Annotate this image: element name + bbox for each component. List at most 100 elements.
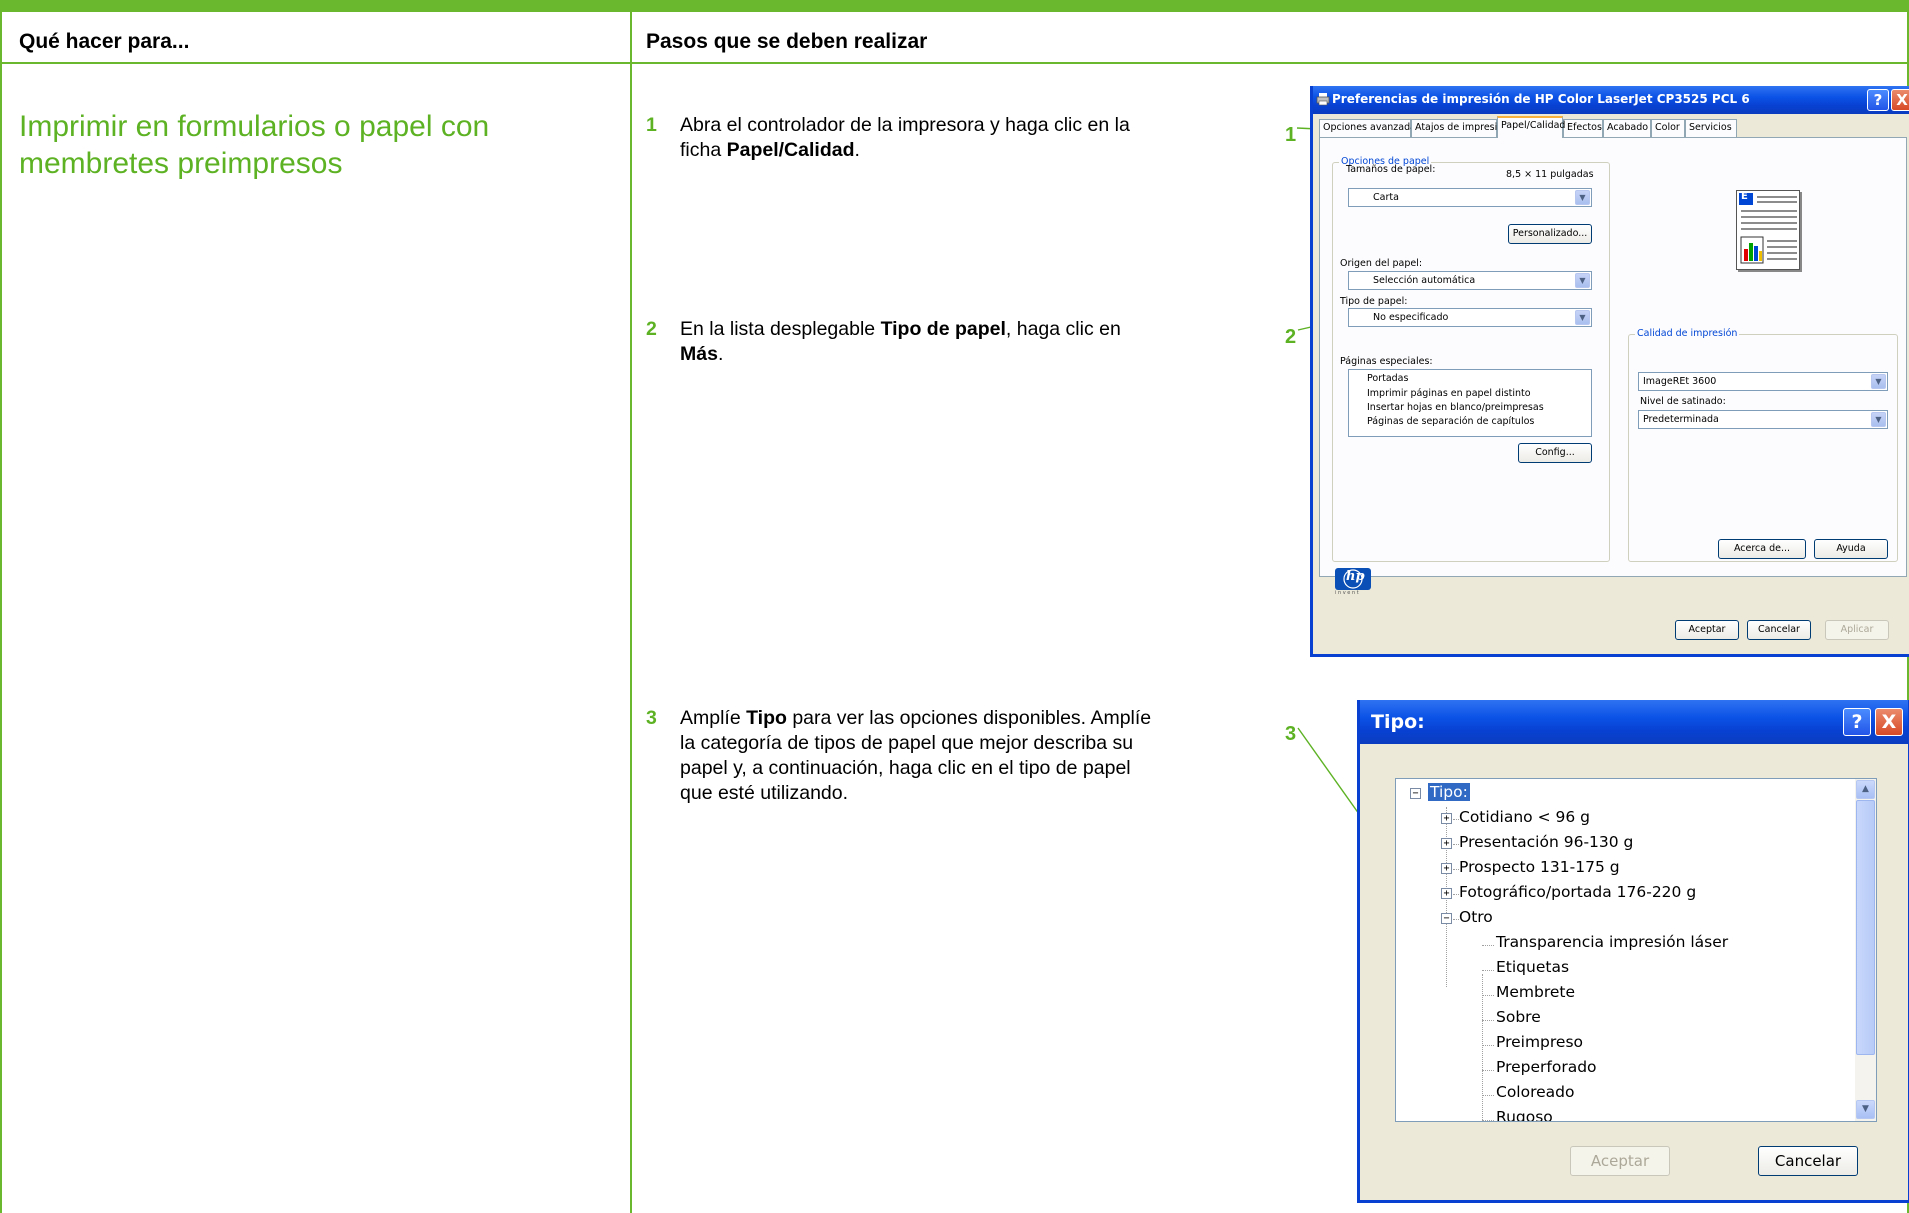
tab-servicios[interactable]: Servicios bbox=[1685, 119, 1737, 137]
expand-icon[interactable]: + bbox=[1441, 838, 1452, 849]
list-item[interactable]: Portadas bbox=[1367, 373, 1408, 384]
tree-node-root[interactable]: Tipo: bbox=[1428, 783, 1470, 801]
special-pages-list[interactable]: Portadas Imprimir páginas en papel disti… bbox=[1348, 369, 1592, 437]
tab-acabado[interactable]: Acabado bbox=[1603, 119, 1651, 137]
paper-source-select[interactable]: Selección automática ▼ bbox=[1348, 271, 1592, 290]
help-icon[interactable]: ? bbox=[1867, 89, 1889, 111]
dialog-titlebar: Tipo: ? X bbox=[1360, 700, 1908, 744]
step-2: 2 En la lista desplegable Tipo de papel,… bbox=[646, 317, 1236, 369]
tab-papel-calidad[interactable]: Papel/Calidad bbox=[1497, 116, 1565, 138]
saturation-label: Nivel de satinado: bbox=[1640, 396, 1726, 407]
scroll-up-icon[interactable]: ▲ bbox=[1856, 780, 1875, 799]
about-button[interactable]: Acerca de... bbox=[1718, 539, 1806, 559]
saturation-select[interactable]: Predeterminada ▼ bbox=[1638, 410, 1888, 429]
config-button[interactable]: Config... bbox=[1518, 443, 1592, 463]
collapse-icon[interactable]: − bbox=[1410, 788, 1421, 799]
help-icon[interactable]: ? bbox=[1843, 708, 1871, 736]
paper-type-select[interactable]: No especificado ▼ bbox=[1348, 308, 1592, 327]
tree-node-leaf[interactable]: Preimpreso bbox=[1496, 1033, 1583, 1051]
step-number: 3 bbox=[646, 707, 657, 729]
task-title: Imprimir en formularios o papel con memb… bbox=[19, 108, 579, 182]
step-line: que esté utilizando. bbox=[680, 782, 849, 804]
column-divider bbox=[630, 12, 632, 1213]
header-divider bbox=[0, 62, 1909, 64]
ok-button[interactable]: Aceptar bbox=[1570, 1146, 1670, 1176]
list-item[interactable]: Insertar hojas en blanco/preimpresas bbox=[1367, 402, 1544, 413]
tree-node-leaf[interactable]: Coloreado bbox=[1496, 1083, 1574, 1101]
tree-node-leaf[interactable]: Transparencia impresión láser bbox=[1496, 933, 1728, 951]
tree-node-category[interactable]: Cotidiano < 96 g bbox=[1459, 808, 1590, 826]
list-item[interactable]: Imprimir páginas en papel distinto bbox=[1367, 388, 1531, 399]
expand-icon[interactable]: + bbox=[1441, 813, 1452, 824]
tree-node-category-otro[interactable]: Otro bbox=[1459, 908, 1493, 926]
step-number: 1 bbox=[646, 114, 657, 136]
tree-node-leaf[interactable]: Sobre bbox=[1496, 1008, 1541, 1026]
tree-connector bbox=[1482, 970, 1494, 971]
tree-connector bbox=[1482, 1070, 1494, 1071]
vertical-scrollbar[interactable]: ▲ ▼ bbox=[1855, 779, 1876, 1121]
select-value: Carta bbox=[1373, 192, 1399, 203]
tree-node-leaf[interactable]: Rugoso bbox=[1496, 1108, 1553, 1121]
expand-icon[interactable]: + bbox=[1441, 888, 1452, 899]
tree-connector bbox=[1482, 1095, 1494, 1096]
paper-sizes-label: Tamaños de papel: bbox=[1346, 164, 1436, 175]
paper-preview-icon: E bbox=[1736, 190, 1800, 270]
step-text: En la lista desplegable Tipo de papel, h… bbox=[680, 317, 1240, 367]
callout-1: 1 bbox=[1285, 124, 1297, 146]
cancel-button[interactable]: Cancelar bbox=[1758, 1146, 1858, 1176]
step-text-part: Amplíe bbox=[680, 707, 747, 729]
step-3: 3 Amplíe Tipo para ver las opciones disp… bbox=[646, 706, 1236, 810]
step-emphasis: Más bbox=[680, 343, 718, 365]
tree-node-leaf[interactable]: Preperforado bbox=[1496, 1058, 1597, 1076]
task-title-line1: Imprimir en formularios o papel con bbox=[19, 110, 490, 143]
tree-node-leaf[interactable]: Etiquetas bbox=[1496, 958, 1569, 976]
dialog-title: Tipo: bbox=[1371, 711, 1425, 733]
tree-connector bbox=[1482, 945, 1494, 946]
tree-connector bbox=[1482, 995, 1494, 996]
tree-node-category[interactable]: Fotográfico/portada 176-220 g bbox=[1459, 883, 1696, 901]
print-quality-group: Calidad de impresión bbox=[1628, 328, 1898, 562]
step-number: 2 bbox=[646, 318, 657, 340]
tree-connector bbox=[1482, 1020, 1494, 1021]
scrollbar-thumb[interactable] bbox=[1856, 800, 1875, 1055]
column-header-steps: Pasos que se deben realizar bbox=[646, 30, 928, 53]
tab-opciones-avanzadas[interactable]: Opciones avanzadas bbox=[1319, 119, 1421, 137]
custom-button[interactable]: Personalizado... bbox=[1508, 224, 1592, 244]
close-icon[interactable]: X bbox=[1891, 89, 1909, 111]
printer-preferences-dialog: Preferencias de impresión de HP Color La… bbox=[1310, 86, 1909, 657]
step-text-part: ficha bbox=[680, 139, 727, 161]
tab-color[interactable]: Color bbox=[1651, 119, 1685, 137]
expand-icon[interactable]: + bbox=[1441, 863, 1452, 874]
hp-logo-tagline: i n v e n t bbox=[1335, 590, 1359, 596]
step-line: En la lista desplegable Tipo de papel, h… bbox=[680, 317, 1240, 342]
step-emphasis: Tipo de papel bbox=[880, 318, 1006, 340]
scroll-down-icon[interactable]: ▼ bbox=[1856, 1100, 1875, 1119]
help-button[interactable]: Ayuda bbox=[1814, 539, 1888, 559]
step-emphasis: Papel/Calidad bbox=[726, 139, 855, 161]
collapse-icon[interactable]: − bbox=[1441, 913, 1452, 924]
tab-panel-papel-calidad: Opciones de papel Tamaños de papel: 8,5 … bbox=[1319, 137, 1907, 577]
close-icon[interactable]: X bbox=[1875, 708, 1903, 736]
chevron-down-icon: ▼ bbox=[1575, 310, 1590, 325]
tree-node-leaf[interactable]: Membrete bbox=[1496, 983, 1575, 1001]
printer-icon bbox=[1316, 93, 1330, 106]
ok-button[interactable]: Aceptar bbox=[1675, 620, 1739, 640]
tree-node-category[interactable]: Presentación 96-130 g bbox=[1459, 833, 1633, 851]
step-text-part: . bbox=[854, 139, 860, 161]
step-line: Amplíe Tipo para ver las opciones dispon… bbox=[680, 706, 1240, 731]
paper-size-select[interactable]: Carta ▼ bbox=[1348, 188, 1592, 207]
tree-node-category[interactable]: Prospecto 131-175 g bbox=[1459, 858, 1620, 876]
step-text: Abra el controlador de la impresora y ha… bbox=[680, 113, 1240, 163]
paper-type-tree[interactable]: − Tipo: + Cotidiano < 96 g + Presentació… bbox=[1395, 778, 1877, 1122]
tab-efectos[interactable]: Efectos bbox=[1563, 119, 1603, 137]
print-quality-select[interactable]: ImageREt 3600 ▼ bbox=[1638, 372, 1888, 391]
hp-logo-text: hp bbox=[1346, 569, 1365, 584]
tab-atajos-de-impresion[interactable]: Atajos de impresión bbox=[1411, 119, 1509, 137]
list-item[interactable]: Páginas de separación de capítulos bbox=[1367, 416, 1534, 427]
chevron-down-icon: ▼ bbox=[1575, 273, 1590, 288]
step-line: Abra el controlador de la impresora y ha… bbox=[680, 114, 1130, 136]
apply-button[interactable]: Aplicar bbox=[1825, 620, 1889, 640]
cancel-button[interactable]: Cancelar bbox=[1747, 620, 1811, 640]
special-pages-label: Páginas especiales: bbox=[1340, 356, 1433, 367]
tree-connector bbox=[1482, 1120, 1494, 1121]
